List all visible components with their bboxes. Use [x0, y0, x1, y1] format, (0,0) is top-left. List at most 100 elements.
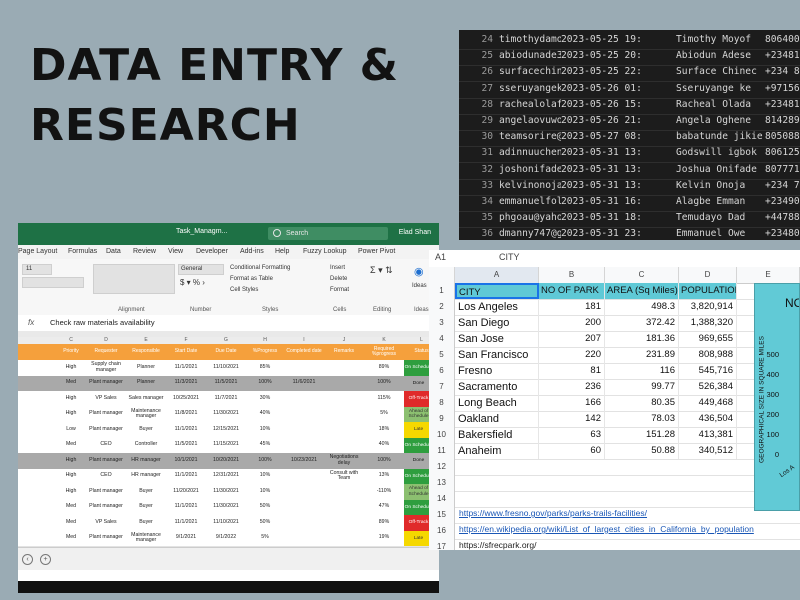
- gs-row-number[interactable]: 7: [429, 379, 455, 395]
- task-cell[interactable]: 11/20/2021: [166, 484, 206, 500]
- gs-cell[interactable]: 808,988: [679, 347, 737, 363]
- gs-cell[interactable]: San Jose: [455, 331, 539, 347]
- gs-cell[interactable]: 526,384: [679, 379, 737, 395]
- gs-source-link[interactable]: https://en.wikipedia.org/wiki/List_of_la…: [459, 524, 754, 534]
- task-cell[interactable]: [284, 500, 324, 516]
- column-letter[interactable]: I: [284, 337, 324, 343]
- task-cell[interactable]: [324, 391, 364, 407]
- task-cell[interactable]: 10/23/2021: [284, 453, 324, 469]
- task-row[interactable]: Med VP Sales Buyer 11/1/2021 11/10/2021 50% 89…: [18, 515, 439, 532]
- task-cell[interactable]: [284, 515, 324, 531]
- task-cell[interactable]: 100%: [246, 453, 284, 469]
- gs-formula-bar[interactable]: A1 CITY: [429, 250, 800, 268]
- task-cell[interactable]: Med: [56, 438, 86, 454]
- task-row[interactable]: Med Plant manager Buyer 11/1/2021 11/30/2021…: [18, 499, 439, 516]
- task-cell[interactable]: [324, 360, 364, 376]
- task-cell[interactable]: 50%: [246, 500, 284, 516]
- gs-cell[interactable]: 151.28: [605, 427, 679, 443]
- task-cell[interactable]: 11/6/2021: [284, 376, 324, 392]
- menu-fuzzy-lookup[interactable]: Fuzzy Lookup: [303, 248, 347, 255]
- gs-cell[interactable]: 181.36: [605, 331, 679, 347]
- task-cell[interactable]: Plant manager: [86, 376, 126, 392]
- gs-cell[interactable]: Oakland: [455, 411, 539, 427]
- gs-header-cell[interactable]: NO OF PARK: [539, 283, 605, 299]
- task-cell[interactable]: Sales manager: [126, 391, 166, 407]
- task-cell[interactable]: Maintenance manager: [126, 531, 166, 547]
- column-letter[interactable]: G: [206, 337, 246, 343]
- phone-cell[interactable]: +23480392034: [765, 225, 800, 240]
- alignment-buttons[interactable]: [93, 264, 175, 294]
- task-cell[interactable]: [284, 469, 324, 485]
- insert-button[interactable]: Insert: [330, 265, 345, 271]
- menu-help[interactable]: Help: [275, 248, 289, 255]
- gs-cell[interactable]: 80.35: [605, 395, 679, 411]
- task-cell[interactable]: 11/1/2021: [166, 469, 206, 485]
- task-cell[interactable]: 10/1/2021: [166, 453, 206, 469]
- task-cell[interactable]: -110%: [364, 484, 404, 500]
- task-cell[interactable]: High: [56, 453, 86, 469]
- gs-cell[interactable]: Fresno: [455, 363, 539, 379]
- gs-row-number[interactable]: 5: [429, 347, 455, 363]
- task-cell[interactable]: 12/31/2021: [206, 469, 246, 485]
- task-cell[interactable]: 100%: [246, 376, 284, 392]
- task-cell[interactable]: Negotiations delay: [324, 453, 364, 469]
- format-as-table-button[interactable]: Format as Table: [230, 276, 273, 282]
- task-cell[interactable]: Buyer: [126, 422, 166, 438]
- task-cell[interactable]: [324, 500, 364, 516]
- task-cell[interactable]: 11/1/2021: [166, 500, 206, 516]
- task-cell[interactable]: 13%: [364, 469, 404, 485]
- task-cell[interactable]: 11/30/2021: [206, 500, 246, 516]
- task-column-header[interactable]: Due Date: [206, 344, 246, 360]
- gs-cell[interactable]: 181: [539, 299, 605, 315]
- gs-corner-cell[interactable]: [429, 267, 455, 283]
- gs-cell[interactable]: 220: [539, 347, 605, 363]
- task-cell[interactable]: Planner: [126, 360, 166, 376]
- task-cell[interactable]: [324, 376, 364, 392]
- gs-header-cell[interactable]: AREA (Sq Miles): [605, 283, 679, 299]
- gs-cell[interactable]: 200: [539, 315, 605, 331]
- gs-row-number[interactable]: 11: [429, 443, 455, 459]
- gs-cell[interactable]: 3,820,914: [679, 299, 737, 315]
- task-cell[interactable]: 10%: [246, 484, 284, 500]
- column-letter[interactable]: C: [56, 337, 86, 343]
- task-cell[interactable]: 100%: [364, 453, 404, 469]
- task-cell[interactable]: Buyer: [126, 515, 166, 531]
- task-cell[interactable]: 47%: [364, 500, 404, 516]
- gs-cell[interactable]: 236: [539, 379, 605, 395]
- task-cell[interactable]: Supply chain manager: [86, 360, 126, 376]
- gs-cell[interactable]: 60: [539, 443, 605, 459]
- task-cell[interactable]: 5%: [246, 531, 284, 547]
- gs-cell[interactable]: San Diego: [455, 315, 539, 331]
- task-cell[interactable]: [284, 422, 324, 438]
- task-row[interactable]: Med Plant manager Maintenance manager 9/1/2…: [18, 530, 439, 547]
- task-cell[interactable]: Maintenance manager: [126, 407, 166, 423]
- task-cell[interactable]: [284, 391, 324, 407]
- task-cell[interactable]: [324, 438, 364, 454]
- gs-row-number[interactable]: 9: [429, 411, 455, 427]
- task-cell[interactable]: 10/25/2021: [166, 391, 206, 407]
- column-letter[interactable]: J: [324, 337, 364, 343]
- gs-cell[interactable]: 498.3: [605, 299, 679, 315]
- task-cell[interactable]: Plant manager: [86, 407, 126, 423]
- task-cell[interactable]: 10%: [246, 422, 284, 438]
- gs-cell[interactable]: 166: [539, 395, 605, 411]
- task-cell[interactable]: CEO: [86, 438, 126, 454]
- task-cell[interactable]: 11/30/2021: [206, 407, 246, 423]
- gs-row-number[interactable]: 4: [429, 331, 455, 347]
- task-cell[interactable]: 11/5/2021: [166, 438, 206, 454]
- task-row[interactable]: High Plant manager Buyer 11/20/2021 11/30/20…: [18, 484, 439, 501]
- ideas-icon[interactable]: ◉: [414, 265, 424, 278]
- name-cell[interactable]: Emmanuel Owe: [676, 225, 764, 240]
- task-cell[interactable]: 30%: [246, 391, 284, 407]
- menu-add-ins[interactable]: Add-ins: [240, 248, 264, 255]
- task-cell[interactable]: 115%: [364, 391, 404, 407]
- conditional-formatting-button[interactable]: Conditional Formatting: [230, 265, 290, 271]
- task-cell[interactable]: 9/1/2022: [206, 531, 246, 547]
- formula-bar[interactable]: fx Check raw materials availability: [18, 315, 439, 332]
- task-column-header[interactable]: %Progress: [246, 344, 284, 360]
- task-cell[interactable]: 11/30/2021: [206, 484, 246, 500]
- task-cell[interactable]: Med: [56, 515, 86, 531]
- gs-cell[interactable]: 436,504: [679, 411, 737, 427]
- task-column-header[interactable]: Responsible: [126, 344, 166, 360]
- task-cell[interactable]: [324, 407, 364, 423]
